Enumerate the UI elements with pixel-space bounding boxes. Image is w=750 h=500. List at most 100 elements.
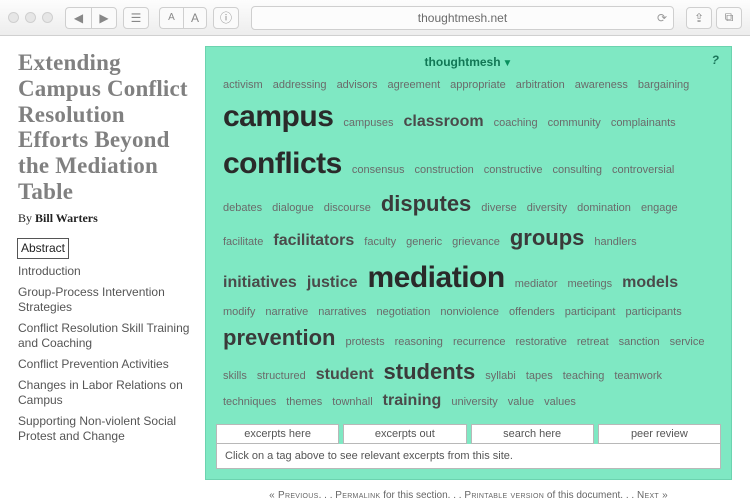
tag-coaching[interactable]: coaching [494,115,538,132]
tag-service[interactable]: service [670,334,705,351]
tab-excerpts-here[interactable]: excerpts here [216,424,339,444]
tabs-button[interactable]: ⧉ [716,7,742,29]
tag-appropriate[interactable]: appropriate [450,77,506,94]
forward-button[interactable]: ▶ [91,7,117,29]
tag-activism[interactable]: activism [223,77,263,94]
tag-value[interactable]: value [508,394,534,411]
share-button[interactable]: ⇪ [686,7,712,29]
tag-tapes[interactable]: tapes [526,368,553,385]
tag-debates[interactable]: debates [223,200,262,217]
tag-students[interactable]: students [384,355,476,389]
tag-classroom[interactable]: classroom [404,110,484,135]
tag-prevention[interactable]: prevention [223,321,335,355]
tag-retreat[interactable]: retreat [577,334,609,351]
tag-restorative[interactable]: restorative [516,334,567,351]
tag-values[interactable]: values [544,394,576,411]
tag-university[interactable]: university [451,394,497,411]
tag-teamwork[interactable]: teamwork [614,368,662,385]
tab-search-here[interactable]: search here [471,424,594,444]
tag-narratives[interactable]: narratives [318,304,366,321]
tag-training[interactable]: training [383,389,442,414]
tag-teaching[interactable]: teaching [563,368,605,385]
next-link[interactable]: Next » [637,490,668,500]
tag-facilitate[interactable]: facilitate [223,234,263,251]
tag-recurrence[interactable]: recurrence [453,334,506,351]
tag-participants[interactable]: participants [625,304,681,321]
tag-facilitators[interactable]: facilitators [273,229,354,254]
tag-addressing[interactable]: addressing [273,77,327,94]
tag-justice[interactable]: justice [307,271,358,296]
tag-consulting[interactable]: consulting [552,162,602,179]
tag-campuses[interactable]: campuses [343,115,393,132]
tag-disputes[interactable]: disputes [381,187,471,221]
tag-syllabi[interactable]: syllabi [485,368,516,385]
sidebar-item[interactable]: Changes in Labor Relations on Campus [18,375,191,411]
sidebar-toggle-button[interactable]: ☰ [123,7,149,29]
tag-offenders[interactable]: offenders [509,304,555,321]
tag-community[interactable]: community [548,115,601,132]
tag-modify[interactable]: modify [223,304,255,321]
permalink-link[interactable]: Permalink [335,490,380,500]
tag-skills[interactable]: skills [223,368,247,385]
tag-initiatives[interactable]: initiatives [223,271,297,296]
tag-handlers[interactable]: handlers [594,234,636,251]
tag-conflicts[interactable]: conflicts [223,141,342,188]
tag-campus[interactable]: campus [223,94,333,141]
tag-complainants[interactable]: complainants [611,115,676,132]
tag-narrative[interactable]: narrative [265,304,308,321]
tag-reasoning[interactable]: reasoning [395,334,443,351]
tag-generic[interactable]: generic [406,234,442,251]
text-larger-button[interactable]: A [183,7,207,29]
thoughtmesh-header[interactable]: thoughtmesh▼ ? [216,53,721,73]
tag-sanction[interactable]: sanction [619,334,660,351]
tag-meetings[interactable]: meetings [567,276,612,293]
sidebar-item[interactable]: Supporting Non-violent Social Protest an… [18,411,191,447]
tag-themes[interactable]: themes [286,394,322,411]
tag-construction[interactable]: construction [414,162,473,179]
tag-mediator[interactable]: mediator [515,276,558,293]
tag-grievance[interactable]: grievance [452,234,500,251]
tag-student[interactable]: student [316,363,374,388]
back-button[interactable]: ◀ [65,7,91,29]
sidebar-item[interactable]: Introduction [18,261,191,282]
reader-info-button[interactable]: ⓘ [213,7,239,29]
sidebar-item[interactable]: Conflict Resolution Skill Training and C… [18,318,191,354]
tag-groups[interactable]: groups [510,221,585,255]
tag-discourse[interactable]: discourse [324,200,371,217]
minimize-window-icon[interactable] [25,12,36,23]
tag-nonviolence[interactable]: nonviolence [440,304,499,321]
tag-diverse[interactable]: diverse [481,200,516,217]
tag-engage[interactable]: engage [641,200,678,217]
sidebar-item[interactable]: Abstract [18,236,191,261]
tag-constructive[interactable]: constructive [484,162,543,179]
zoom-window-icon[interactable] [42,12,53,23]
text-smaller-button[interactable]: A [159,7,183,29]
close-window-icon[interactable] [8,12,19,23]
sidebar-item[interactable]: Conflict Prevention Activities [18,354,191,375]
tag-mediation[interactable]: mediation [368,255,505,302]
tag-controversial[interactable]: controversial [612,162,674,179]
tag-negotiation[interactable]: negotiation [377,304,431,321]
tag-dialogue[interactable]: dialogue [272,200,314,217]
tag-diversity[interactable]: diversity [527,200,567,217]
tab-peer-review[interactable]: peer review [598,424,721,444]
tag-bargaining[interactable]: bargaining [638,77,689,94]
tag-models[interactable]: models [622,271,678,296]
sidebar-item[interactable]: Group-Process Intervention Strategies [18,282,191,318]
tag-faculty[interactable]: faculty [364,234,396,251]
prev-link[interactable]: « Previous [269,490,319,500]
reload-icon[interactable]: ⟳ [657,11,667,25]
tab-excerpts-out[interactable]: excerpts out [343,424,466,444]
help-icon[interactable]: ? [712,53,719,67]
tag-domination[interactable]: domination [577,200,631,217]
tag-structured[interactable]: structured [257,368,306,385]
tag-townhall[interactable]: townhall [332,394,372,411]
tag-awareness[interactable]: awareness [575,77,628,94]
tag-arbitration[interactable]: arbitration [516,77,565,94]
tag-consensus[interactable]: consensus [352,162,405,179]
tag-agreement[interactable]: agreement [388,77,441,94]
tag-participant[interactable]: participant [565,304,616,321]
printable-link[interactable]: Printable version [464,490,544,500]
tag-techniques[interactable]: techniques [223,394,276,411]
address-bar[interactable]: thoughtmesh.net ⟳ [251,6,674,30]
